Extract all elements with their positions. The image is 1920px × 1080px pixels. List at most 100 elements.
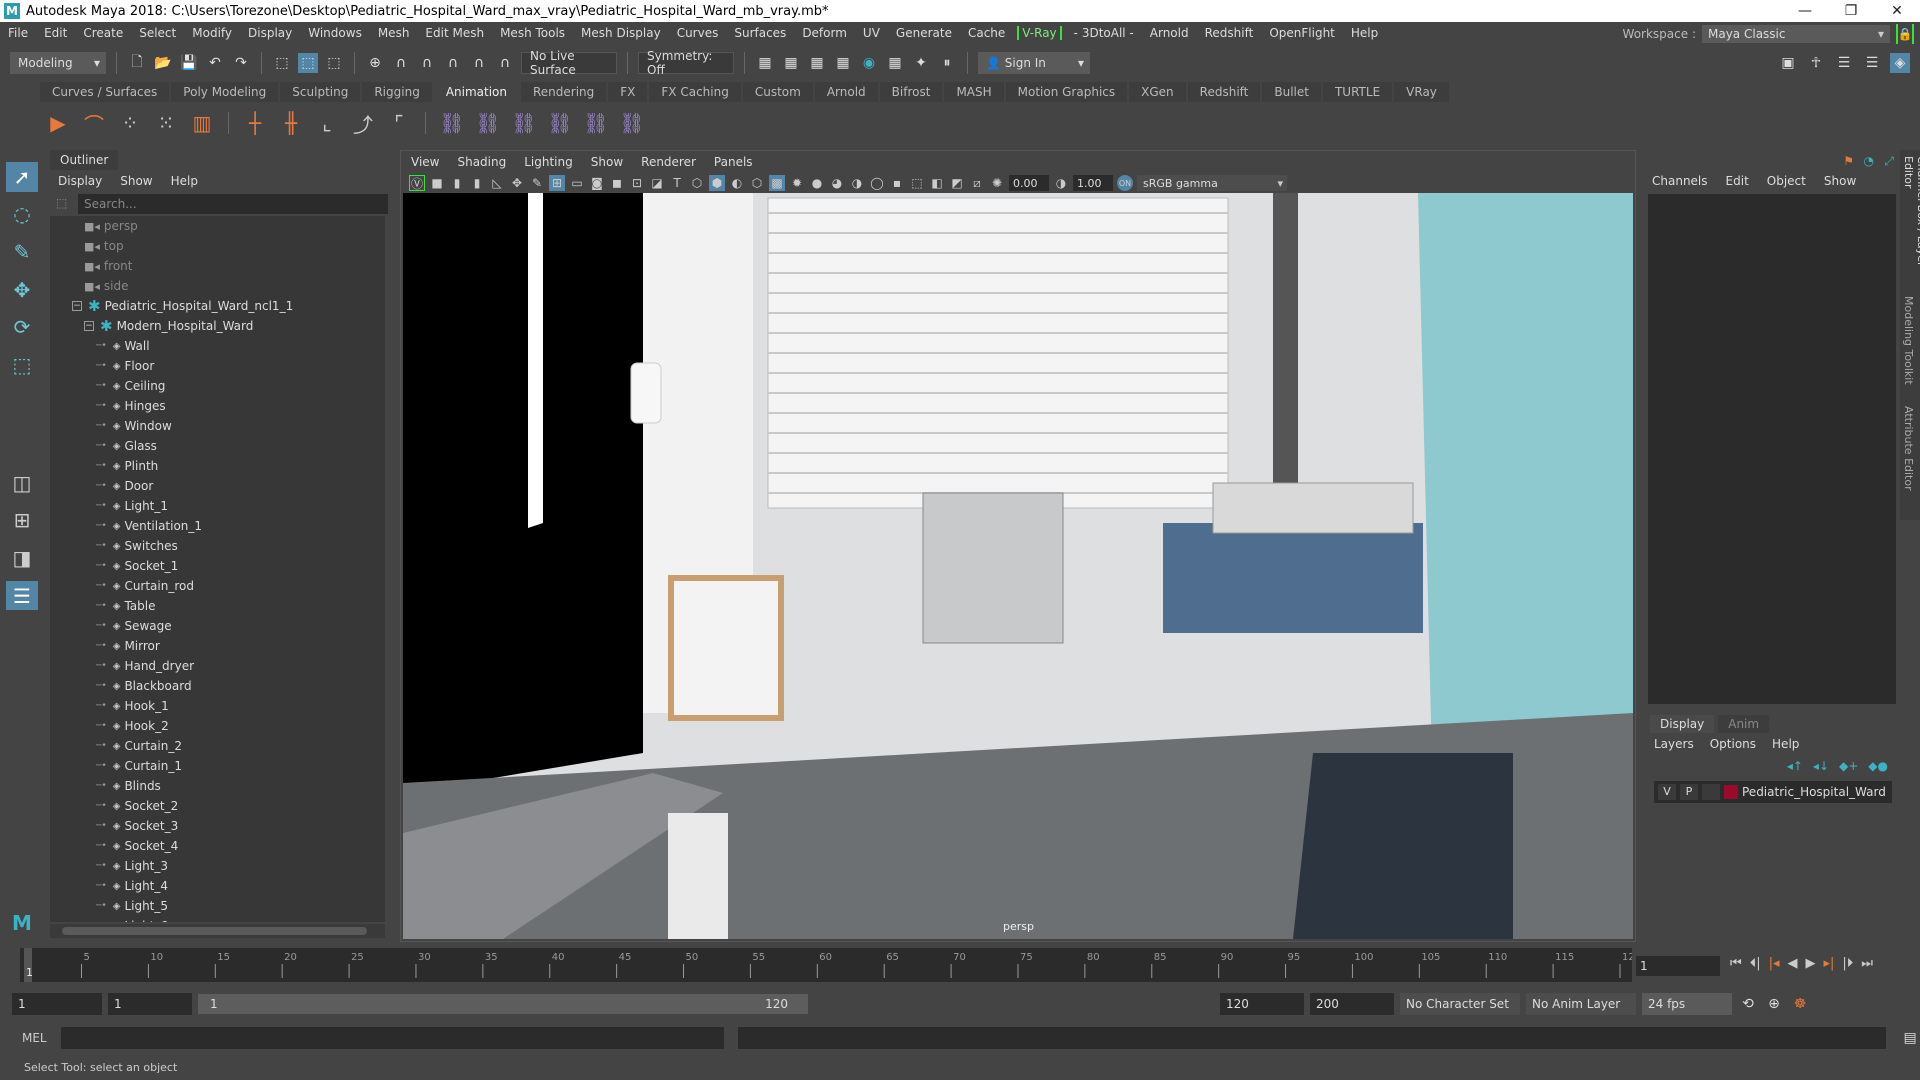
menu-mesh[interactable]: Mesh [370,26,418,40]
menu-modify[interactable]: Modify [184,26,240,40]
camera-select-icon[interactable]: ■ [429,175,445,191]
tab-display[interactable]: Display [1650,715,1715,733]
attribute-editor-icon[interactable]: ☰ [1834,53,1854,73]
outliner-item[interactable]: ─• ◈ Hook_1 [50,696,385,716]
wireframe-on-shaded-icon[interactable]: ⬡ [749,175,765,191]
insert-joint-icon[interactable]: ╫ [277,109,305,137]
outliner-item[interactable]: ─• ◈ Socket_3 [50,816,385,836]
xray-active-icon[interactable]: ◩ [949,175,965,191]
script-editor-icon[interactable]: ▤ [1900,1028,1920,1048]
playback-end-field[interactable]: 120 [1220,993,1304,1015]
layer-color-swatch[interactable] [1724,785,1738,799]
shelf-tab-poly-modeling[interactable]: Poly Modeling [171,82,279,102]
go-to-start-icon[interactable]: ⏮ [1730,956,1742,971]
shelf-tab-arnold[interactable]: Arnold [814,82,878,102]
select-tool-icon[interactable]: ➚ [6,162,38,192]
shelf-tab-rigging[interactable]: Rigging [362,82,432,102]
outliner-horizontal-scrollbar[interactable] [50,924,385,938]
outliner-item[interactable]: ─• ◈ Sewage [50,616,385,636]
open-scene-icon[interactable]: 📂 [153,53,173,73]
animation-preferences-icon[interactable]: ☸ [1790,994,1810,1014]
2d-pan-zoom-icon[interactable]: ✥ [509,175,525,191]
channel-box-menu-object[interactable]: Object [1767,174,1806,188]
menu-help[interactable]: Help [1343,26,1386,40]
move-layer-up-icon[interactable]: ◂↑ [1787,759,1803,773]
isolate-select-icon[interactable]: ⬚ [909,175,925,191]
playblast-icon[interactable]: ▶ [44,109,72,137]
menu-openflight[interactable]: OpenFlight [1261,26,1343,40]
menu-edit[interactable]: Edit [36,26,75,40]
scale-tool-icon[interactable]: ⬚ [6,350,38,380]
character-controls-icon[interactable]: ☥ [1806,53,1826,73]
lasso-tool-icon[interactable]: ◌ [6,200,38,230]
channel-box-menu-show[interactable]: Show [1824,174,1856,188]
side-tab-attribute-editor[interactable]: Attribute Editor [1900,400,1917,510]
viewport-menu-view[interactable]: View [411,155,439,169]
outliner-item-root[interactable]: − ✱ Pediatric_Hospital_Ward_ncl1_1 [50,296,385,316]
command-input[interactable] [60,1027,724,1049]
viewport-menu-show[interactable]: Show [591,155,623,169]
persp-outliner-layout-icon[interactable]: ◨ [6,543,38,573]
outliner-item-camera[interactable]: ■◂ side [50,276,385,296]
menu-cache[interactable]: Cache [960,26,1013,40]
channel-box-icon[interactable]: ◈ [1890,53,1910,73]
save-scene-icon[interactable]: 💾 [179,53,199,73]
outliner-item[interactable]: ─• ◈ Light_5 [50,896,385,916]
render-setup-icon[interactable]: ▦ [885,53,905,73]
menu-redshift[interactable]: Redshift [1197,26,1262,40]
step-forward-key-icon[interactable]: ▸| [1824,956,1835,971]
shelf-tab-custom[interactable]: Custom [742,82,813,102]
viewport-menu-panels[interactable]: Panels [714,155,753,169]
outliner-item[interactable]: ─• ◈ Table [50,596,385,616]
side-tab-modeling-toolkit[interactable]: Modeling Toolkit [1900,290,1917,400]
render-view-icon[interactable]: ▦ [755,53,775,73]
shelf-tab-animation[interactable]: Animation [433,82,519,102]
menu-mesh-tools[interactable]: Mesh Tools [492,26,573,40]
field-chart-icon[interactable]: ⊡ [629,175,645,191]
collapse-icon[interactable]: − [84,321,94,331]
step-back-frame-icon[interactable]: ⏴| [1750,956,1761,971]
aim-constraint-icon[interactable]: ⛓ [582,109,610,137]
outliner-item[interactable]: ─• ◈ Light_4 [50,876,385,896]
scene-end-field[interactable]: 200 [1310,993,1394,1015]
screen-space-ao-icon[interactable]: ◕ [829,175,845,191]
menu-edit-mesh[interactable]: Edit Mesh [417,26,492,40]
shadows-icon[interactable]: ● [809,175,825,191]
anti-aliasing-icon[interactable]: ◯ [869,175,885,191]
menu-windows[interactable]: Windows [300,26,370,40]
paint-select-tool-icon[interactable]: ✎ [6,237,38,267]
outliner-item[interactable]: ─• ◈ Plinth [50,456,385,476]
current-frame-field[interactable]: 1 [1636,956,1720,976]
outliner-item[interactable]: ─• ◈ Ventilation_1 [50,516,385,536]
outliner-item[interactable]: ─• ◈ Ceiling [50,376,385,396]
xray-icon[interactable]: ◧ [929,175,945,191]
bake-simulation-icon[interactable]: ▥ [188,109,216,137]
outliner-item[interactable]: ─• ◈ Socket_4 [50,836,385,856]
outliner-item[interactable]: ─• ◈ Door [50,476,385,496]
outliner-item[interactable]: ─• ◈ Wall [50,336,385,356]
gate-mask-icon[interactable]: ◼ [609,175,625,191]
anim-layer-dropdown[interactable]: No Anim Layer [1526,993,1636,1015]
four-view-layout-icon[interactable]: ⊞ [6,505,38,535]
wireframe-icon[interactable]: ⬡ [689,175,705,191]
menu-3dtoall[interactable]: - 3DtoAll - [1066,26,1142,40]
playback-start-field[interactable]: 1 [108,993,192,1015]
snap-surface-icon[interactable]: ∩ [495,53,515,73]
close-button[interactable]: ✕ [1874,0,1920,22]
tab-anim[interactable]: Anim [1718,715,1770,733]
pause-icon[interactable]: ⏸ [937,53,957,73]
outliner-menu-help[interactable]: Help [171,174,198,188]
side-tab-channel-box[interactable]: Channel Box / Layer Editor [1900,150,1920,290]
outliner-item[interactable]: ─• ◈ Blinds [50,776,385,796]
range-slider[interactable]: 1 120 [198,994,808,1014]
outliner-item[interactable]: ─• ◈ Light_1 [50,496,385,516]
outliner-item[interactable]: ─• ◈ Hand_dryer [50,656,385,676]
light-editor-icon[interactable]: ✦ [911,53,931,73]
new-layer-selected-icon[interactable]: ◆● [1868,759,1888,773]
snap-grid-icon[interactable]: ⊕ [365,53,385,73]
ik-handle-icon[interactable]: ⌞ [313,109,341,137]
make-live-icon[interactable]: ∩ [469,53,489,73]
render-current-frame-icon[interactable]: ▦ [781,53,801,73]
scrollbar-thumb[interactable] [62,927,367,935]
menu-mesh-display[interactable]: Mesh Display [573,26,669,40]
